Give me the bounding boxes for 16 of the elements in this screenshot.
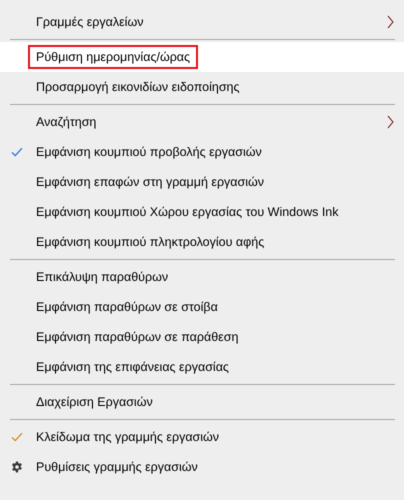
settings-icon <box>11 461 23 473</box>
menu-item[interactable]: Εμφάνιση κουμπιού πληκτρολογίου αφής <box>28 230 272 254</box>
menu-item[interactable]: Γραμμές εργαλείων <box>28 10 152 34</box>
menu-item[interactable]: Εμφάνιση της επιφάνειας εργασίας <box>28 355 237 379</box>
menu-item[interactable]: Προσαρμογή εικονιδίων ειδοποίησης <box>28 75 248 99</box>
menu-item[interactable]: Εμφάνιση κουμπιού προβολής εργασιών <box>28 140 270 164</box>
menu-item[interactable]: Εμφάνιση κουμπιού Χώρου εργασίας του Windows Ink <box>28 200 347 224</box>
menu-item[interactable]: Αναζήτηση <box>28 110 104 134</box>
menu-item[interactable]: Εμφάνιση παραθύρων σε παράθεση <box>28 325 246 349</box>
menu-item[interactable]: Επικάλυψη παραθύρων <box>28 265 176 289</box>
menu-item[interactable]: Διαχείριση Εργασιών <box>28 390 161 414</box>
menu-item[interactable]: Κλείδωμα της γραμμής εργασιών <box>28 425 228 449</box>
menu-item[interactable]: Εμφάνιση επαφών στη γραμμή εργασιών <box>28 170 272 194</box>
menu-item[interactable]: Ρύθμιση ημερομηνίας/ώρας <box>28 45 198 69</box>
menu-item[interactable]: Εμφάνιση παραθύρων σε στοίβα <box>28 295 226 319</box>
menu-item[interactable]: Ρυθμίσεις γραμμής εργασιών <box>28 455 206 479</box>
